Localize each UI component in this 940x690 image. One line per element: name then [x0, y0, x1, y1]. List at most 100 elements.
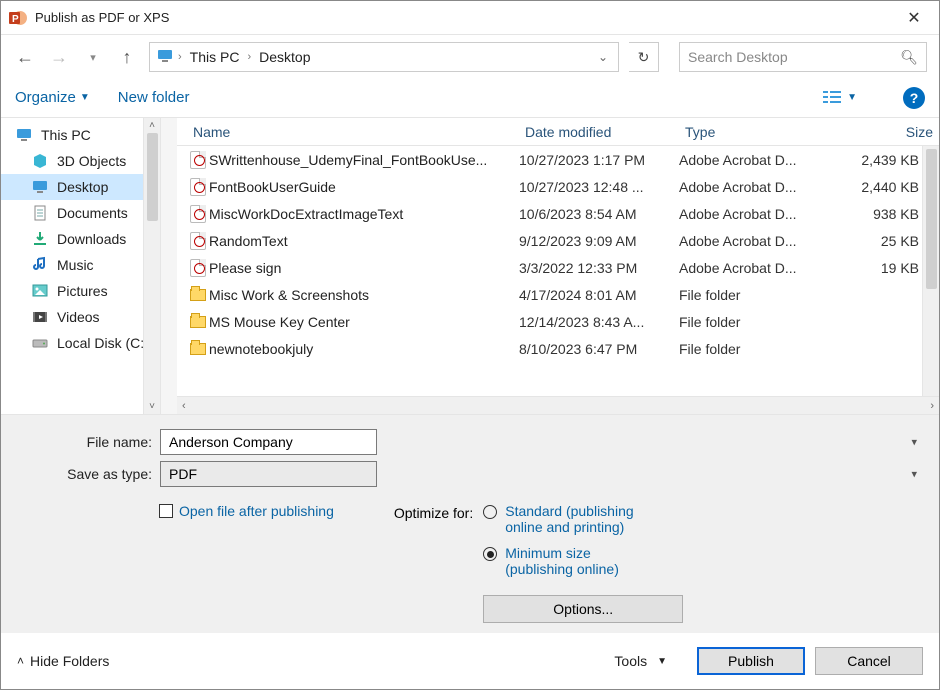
back-button[interactable]: ←	[13, 41, 37, 73]
crumb-desktop[interactable]: Desktop	[255, 49, 314, 65]
file-row[interactable]: Please sign3/3/2022 12:33 PMAdobe Acroba…	[177, 254, 939, 281]
desktop-icon	[31, 178, 49, 196]
new-folder-button[interactable]: New folder	[118, 89, 190, 106]
forward-button[interactable]: →	[47, 41, 71, 73]
file-date: 10/27/2023 12:48 ...	[519, 179, 679, 195]
caret-down-icon: ▼	[80, 92, 90, 103]
caret-down-icon: ▼	[657, 656, 667, 667]
3d-icon	[31, 152, 49, 170]
crumb-this-pc[interactable]: This PC	[186, 49, 244, 65]
file-date: 3/3/2022 12:33 PM	[519, 260, 679, 276]
up-button[interactable]: ↑	[115, 41, 139, 73]
footer: ˄ Hide Folders Tools ▼ Publish Cancel	[1, 633, 939, 689]
sidebar-item-music[interactable]: Music	[1, 252, 160, 278]
sidebar-item-pictures[interactable]: Pictures	[1, 278, 160, 304]
sidebar-item-local-disk-c-[interactable]: Local Disk (C:)	[1, 330, 160, 356]
caret-down-icon[interactable]: ▾	[911, 436, 917, 449]
save-as-type-label: Save as type:	[17, 466, 152, 482]
col-date[interactable]: Date modified	[519, 124, 679, 140]
file-name-label: File name:	[17, 434, 152, 450]
titlebar: P Publish as PDF or XPS ✕	[1, 1, 939, 35]
sidebar-scrollbar[interactable]: ˄ ˅	[143, 118, 160, 414]
hide-folders-toggle[interactable]: ˄ Hide Folders	[17, 653, 109, 669]
window-title: Publish as PDF or XPS	[35, 10, 891, 25]
disk-icon	[31, 334, 49, 352]
powerpoint-icon: P	[9, 9, 27, 27]
toolbar: Organize▼ New folder ▼ ?	[1, 79, 939, 117]
file-name-input[interactable]	[160, 429, 377, 455]
music-icon	[31, 256, 49, 274]
file-type: Adobe Acrobat D...	[679, 179, 849, 195]
chevron-up-icon[interactable]: ˄	[149, 120, 155, 131]
file-type: File folder	[679, 341, 849, 357]
help-button[interactable]: ?	[903, 87, 925, 109]
radio-icon	[483, 505, 497, 519]
file-row[interactable]: Misc Work & Screenshots4/17/2024 8:01 AM…	[177, 281, 939, 308]
chevron-up-icon: ˄	[17, 654, 24, 668]
file-row[interactable]: SWrittenhouse_UdemyFinal_FontBookUse...1…	[177, 146, 939, 173]
sidebar-item-3d-objects[interactable]: 3D Objects	[1, 148, 160, 174]
file-row[interactable]: MS Mouse Key Center12/14/2023 8:43 A...F…	[177, 308, 939, 335]
view-menu[interactable]: ▼	[823, 90, 857, 106]
sidebar-item-desktop[interactable]: Desktop	[1, 174, 160, 200]
monitor-icon	[156, 47, 174, 68]
file-name: SWrittenhouse_UdemyFinal_FontBookUse...	[209, 152, 519, 168]
file-type: File folder	[679, 314, 849, 330]
save-dialog-window: P Publish as PDF or XPS ✕ ← → ▾ ↑ › This…	[0, 0, 940, 690]
scrollbar-thumb[interactable]	[147, 133, 158, 221]
cancel-button[interactable]: Cancel	[815, 647, 923, 675]
address-dropdown[interactable]: ⌄	[592, 50, 614, 64]
refresh-button[interactable]: ↻	[629, 42, 659, 72]
downloads-icon	[31, 230, 49, 248]
folder-icon	[190, 316, 206, 328]
documents-icon	[31, 204, 49, 222]
file-scrollbar[interactable]	[922, 146, 939, 396]
folder-icon	[190, 289, 206, 301]
optimize-label: Optimize for:	[394, 503, 473, 623]
file-name: Please sign	[209, 260, 519, 276]
bottom-panel: File name: ▾ Save as type: ▾ Open file a…	[1, 414, 939, 633]
file-name: MS Mouse Key Center	[209, 314, 519, 330]
horizontal-scrollbar[interactable]: ‹ ›	[177, 396, 939, 414]
history-dropdown[interactable]: ▾	[81, 41, 105, 73]
scrollbar-thumb[interactable]	[926, 149, 937, 289]
file-name: MiscWorkDocExtractImageText	[209, 206, 519, 222]
file-row[interactable]: MiscWorkDocExtractImageText10/6/2023 8:5…	[177, 200, 939, 227]
chevron-right-icon[interactable]: ›	[927, 400, 937, 412]
svg-text:P: P	[12, 14, 19, 25]
publish-button[interactable]: Publish	[697, 647, 805, 675]
col-name[interactable]: Name	[187, 124, 519, 140]
videos-icon	[31, 308, 49, 326]
tools-menu[interactable]: Tools ▼	[614, 653, 667, 669]
caret-down-icon[interactable]: ▾	[911, 468, 917, 481]
organize-menu[interactable]: Organize▼	[15, 89, 90, 106]
sidebar-item-documents[interactable]: Documents	[1, 200, 160, 226]
splitter[interactable]	[161, 118, 177, 414]
monitor-icon	[15, 126, 33, 144]
file-row[interactable]: newnotebookjuly8/10/2023 6:47 PMFile fol…	[177, 335, 939, 362]
pdf-icon	[190, 259, 206, 277]
checkbox-icon	[159, 504, 173, 518]
file-name: FontBookUserGuide	[209, 179, 519, 195]
caret-down-icon: ▼	[847, 92, 857, 103]
save-as-type-select[interactable]	[160, 461, 377, 487]
sidebar-item-videos[interactable]: Videos	[1, 304, 160, 330]
sidebar-item-this-pc[interactable]: This PC	[1, 122, 160, 148]
optimize-standard-radio[interactable]: Standard (publishing online and printing…	[483, 503, 683, 535]
close-button[interactable]: ✕	[891, 2, 937, 34]
optimize-minimum-radio[interactable]: Minimum size (publishing online)	[483, 545, 683, 577]
open-after-checkbox[interactable]: Open file after publishing	[159, 503, 334, 519]
col-size[interactable]: Size	[849, 124, 939, 140]
file-row[interactable]: RandomText9/12/2023 9:09 AMAdobe Acrobat…	[177, 227, 939, 254]
sidebar-item-downloads[interactable]: Downloads	[1, 226, 160, 252]
search-input[interactable]: Search Desktop 🔍︎	[679, 42, 927, 72]
address-bar[interactable]: › This PC › Desktop ⌄	[149, 42, 619, 72]
file-row[interactable]: FontBookUserGuide10/27/2023 12:48 ...Ado…	[177, 173, 939, 200]
file-date: 8/10/2023 6:47 PM	[519, 341, 679, 357]
col-type[interactable]: Type	[679, 124, 849, 140]
chevron-left-icon[interactable]: ‹	[179, 400, 189, 412]
file-type: Adobe Acrobat D...	[679, 152, 849, 168]
options-button[interactable]: Options...	[483, 595, 683, 623]
chevron-down-icon[interactable]: ˅	[149, 401, 155, 412]
file-date: 10/6/2023 8:54 AM	[519, 206, 679, 222]
